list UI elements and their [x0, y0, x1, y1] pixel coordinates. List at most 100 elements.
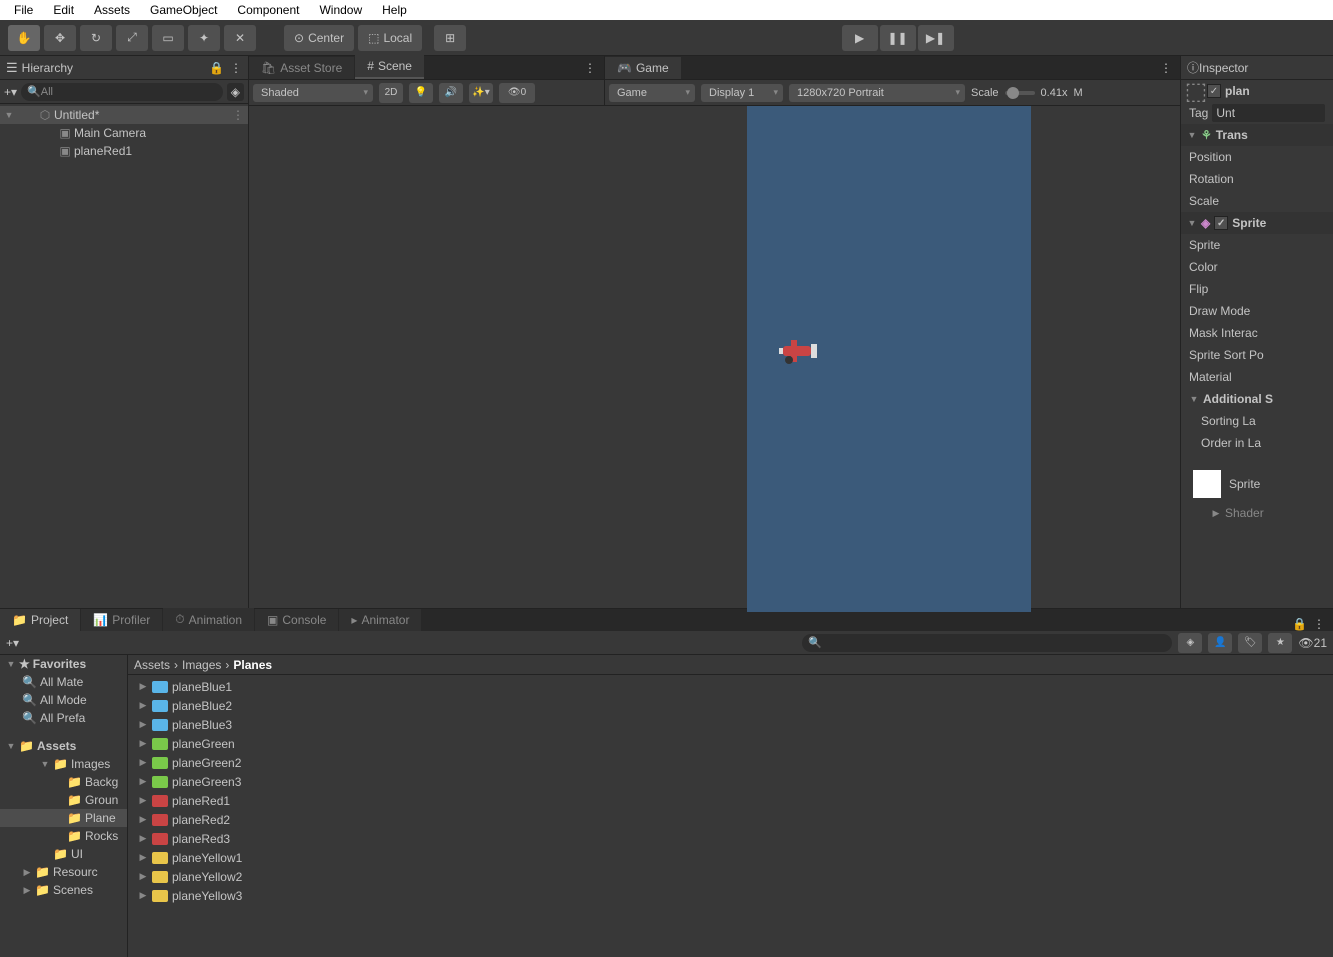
menu-window[interactable]: Window: [309, 1, 372, 19]
folder-scenes[interactable]: ▶📁 Scenes: [0, 881, 127, 899]
fav-all-prefabs[interactable]: 🔍 All Prefa: [0, 709, 127, 727]
move-tool[interactable]: ✥: [44, 25, 76, 51]
favorites-header[interactable]: ▼★ Favorites: [0, 655, 127, 673]
rect-tool[interactable]: ▭: [152, 25, 184, 51]
search-dropdown-icon[interactable]: ◈: [227, 83, 244, 101]
fx-toggle[interactable]: ✨▾: [469, 83, 493, 103]
filter-people-icon[interactable]: 👤: [1208, 633, 1232, 653]
asset-planeGreen2[interactable]: ▶planeGreen2: [128, 753, 1333, 772]
asset-planeGreen3[interactable]: ▶planeGreen3: [128, 772, 1333, 791]
menu-component[interactable]: Component: [227, 1, 309, 19]
filter-type-icon[interactable]: ◈: [1178, 633, 1202, 653]
shading-mode-dropdown[interactable]: Shaded: [253, 84, 373, 102]
tag-dropdown[interactable]: Unt: [1212, 104, 1325, 122]
game-tab-menu-icon[interactable]: ⋮: [1152, 57, 1180, 79]
hand-tool[interactable]: ✋: [8, 25, 40, 51]
pivot-center[interactable]: ⊙Center: [284, 25, 354, 51]
menu-assets[interactable]: Assets: [84, 1, 140, 19]
folder-plane[interactable]: 📁 Plane: [0, 809, 127, 827]
asset-planeYellow2[interactable]: ▶planeYellow2: [128, 867, 1333, 886]
menu-file[interactable]: File: [4, 1, 43, 19]
position-label: Position: [1189, 150, 1232, 164]
menu-icon-bottom[interactable]: ⋮: [1313, 617, 1325, 631]
hierarchy-plane-red[interactable]: ▣ planeRed1: [0, 142, 248, 160]
object-name[interactable]: plan: [1225, 84, 1250, 98]
scale-slider[interactable]: [1005, 91, 1035, 95]
hierarchy-main-camera[interactable]: ▣ Main Camera: [0, 124, 248, 142]
crumb-planes[interactable]: Planes: [233, 658, 272, 672]
snap-tool[interactable]: ⊞: [434, 25, 466, 51]
step-button[interactable]: ▶❚: [918, 25, 954, 51]
asset-planeBlue1[interactable]: ▶planeBlue1: [128, 677, 1333, 696]
assets-header[interactable]: ▼📁 Assets: [0, 737, 127, 755]
lock-icon-bottom[interactable]: 🔒: [1292, 617, 1307, 631]
lock-icon[interactable]: 🔒: [209, 61, 224, 75]
project-search[interactable]: 🔍: [802, 634, 1172, 652]
scene-menu-icon[interactable]: ⋮: [232, 108, 244, 122]
hidden-toggle[interactable]: 👁 0: [499, 83, 535, 103]
tab-game[interactable]: 🎮 Game: [605, 57, 681, 79]
asset-planeRed2[interactable]: ▶planeRed2: [128, 810, 1333, 829]
create-dropdown-project[interactable]: +▾: [6, 636, 19, 650]
menu-help[interactable]: Help: [372, 1, 417, 19]
folder-resourc[interactable]: ▶📁 Resourc: [0, 863, 127, 881]
scale-tool[interactable]: ⤢: [116, 25, 148, 51]
tab-asset-store[interactable]: 🛍 Asset Store: [249, 57, 354, 79]
favorite-icon[interactable]: ★: [1268, 633, 1292, 653]
menu-gameobject[interactable]: GameObject: [140, 1, 227, 19]
asset-planeGreen[interactable]: ▶planeGreen: [128, 734, 1333, 753]
tab-profiler[interactable]: 📊Profiler: [81, 609, 162, 631]
transform-header[interactable]: ▼ ⚘ Trans: [1181, 124, 1333, 146]
hierarchy-search[interactable]: 🔍 All: [21, 83, 223, 101]
shader-label[interactable]: Shader: [1225, 506, 1264, 520]
scene-row[interactable]: ▼ ⬡ Untitled* ⋮: [0, 106, 248, 124]
fav-all-materials[interactable]: 🔍 All Mate: [0, 673, 127, 691]
maximize-label[interactable]: M: [1073, 87, 1082, 99]
tab-project[interactable]: 📁Project: [0, 609, 80, 631]
audio-toggle[interactable]: 🔊: [439, 83, 463, 103]
play-button[interactable]: ▶: [842, 25, 878, 51]
tab-menu-icon[interactable]: ⋮: [576, 57, 604, 79]
active-checkbox[interactable]: ✓: [1207, 84, 1221, 98]
display-dropdown[interactable]: Display 1: [701, 84, 783, 102]
create-dropdown[interactable]: +▾: [4, 85, 17, 99]
filter-label-icon[interactable]: 🏷: [1238, 633, 1262, 653]
sprite-renderer-enabled[interactable]: ✓: [1214, 216, 1228, 230]
asset-planeYellow1[interactable]: ▶planeYellow1: [128, 848, 1333, 867]
folder-images[interactable]: ▼📁 Images: [0, 755, 127, 773]
folder-rocks[interactable]: 📁 Rocks: [0, 827, 127, 845]
asset-planeBlue3[interactable]: ▶planeBlue3: [128, 715, 1333, 734]
game-mode-dropdown[interactable]: Game: [609, 84, 695, 102]
asset-planeRed1[interactable]: ▶planeRed1: [128, 791, 1333, 810]
crumb-images[interactable]: Images: [182, 658, 221, 672]
tab-console[interactable]: ▣Console: [255, 609, 338, 631]
additional-settings[interactable]: Additional S: [1203, 392, 1273, 406]
material-preview[interactable]: [1193, 470, 1221, 498]
gameobject-icon: ▣: [58, 144, 72, 158]
pivot-local[interactable]: ⬚Local: [358, 25, 422, 51]
crumb-assets[interactable]: Assets: [134, 658, 170, 672]
asset-planeBlue2[interactable]: ▶planeBlue2: [128, 696, 1333, 715]
asset-planeYellow3[interactable]: ▶planeYellow3: [128, 886, 1333, 905]
sprite-renderer-header[interactable]: ▼ ◈ ✓ Sprite: [1181, 212, 1333, 234]
transform-tool[interactable]: ✦: [188, 25, 220, 51]
custom-tool[interactable]: ✕: [224, 25, 256, 51]
menu-edit[interactable]: Edit: [43, 1, 84, 19]
resolution-dropdown[interactable]: 1280x720 Portrait: [789, 84, 965, 102]
asset-store-icon: 🛍: [261, 61, 276, 75]
folder-backg[interactable]: 📁 Backg: [0, 773, 127, 791]
tab-animator[interactable]: ▸Animator: [339, 609, 421, 631]
2d-toggle[interactable]: 2D: [379, 83, 403, 103]
asset-planeRed3[interactable]: ▶planeRed3: [128, 829, 1333, 848]
lighting-toggle[interactable]: 💡: [409, 83, 433, 103]
tab-scene[interactable]: # Scene: [355, 55, 424, 79]
hidden-count[interactable]: 👁21: [1298, 636, 1327, 650]
tab-animation[interactable]: ⏱Animation: [163, 608, 254, 631]
folder-ui[interactable]: 📁 UI: [0, 845, 127, 863]
menu-icon[interactable]: ⋮: [230, 61, 242, 75]
unity-icon: ⬡: [38, 108, 52, 122]
fav-all-models[interactable]: 🔍 All Mode: [0, 691, 127, 709]
folder-groun[interactable]: 📁 Groun: [0, 791, 127, 809]
pause-button[interactable]: ❚❚: [880, 25, 916, 51]
rotate-tool[interactable]: ↻: [80, 25, 112, 51]
